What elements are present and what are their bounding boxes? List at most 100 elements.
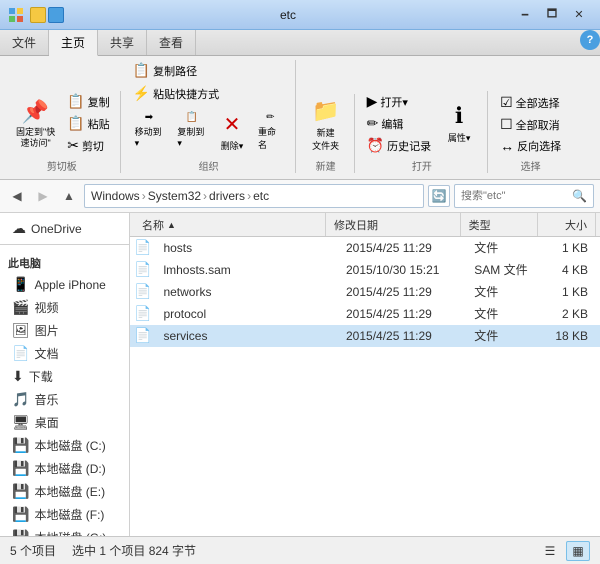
maximize-button[interactable]: 🗖 (539, 5, 565, 25)
file-date: 2015/10/30 15:21 (338, 263, 466, 277)
ribbon-group-select: ☑ 全部选择 ☐ 全部取消 ↔ 反向选择 选择 (490, 92, 571, 173)
table-row[interactable]: 📄 hosts 2015/4/25 11:29 文件 1 KB (130, 237, 600, 259)
table-row[interactable]: 📄 services 2015/4/25 11:29 文件 18 KB (130, 325, 600, 347)
path-etc[interactable]: etc (253, 189, 269, 203)
address-path[interactable]: Windows › System32 › drivers › etc (84, 184, 424, 208)
open-label: 打开 (363, 156, 481, 173)
documents-icon: 📄 (12, 345, 29, 362)
file-name: networks (155, 285, 338, 299)
tab-home[interactable]: 主页 (49, 30, 98, 56)
file-icon: 📄 (134, 283, 151, 300)
pasteshortcut-icon: ⚡ (133, 85, 150, 102)
music-icon: 🎵 (12, 391, 29, 408)
organize-buttons: 📋 复制路径 ⚡ 粘贴快捷方式 ➡ 移动到▾ 📋 复制到▾ (129, 60, 289, 156)
minimize-button[interactable]: 🗕 (512, 5, 538, 25)
path-drivers[interactable]: drivers (209, 189, 245, 203)
close-button[interactable]: ✕ (566, 5, 592, 25)
sidebar-item-videos[interactable]: 🎬 视频 (0, 296, 129, 319)
list-view-button[interactable]: ▦ (566, 541, 590, 561)
tab-share[interactable]: 共享 (98, 30, 147, 55)
path-system32[interactable]: System32 (148, 189, 201, 203)
sidebar-item-drive-f[interactable]: 💾 本地磁盘 (F:) (0, 503, 129, 526)
copyto-icon: 📋 (185, 112, 197, 123)
status-bar: 5 个项目 选中 1 个项目 824 字节 ☰ ▦ (0, 536, 600, 564)
sidebar-item-desktop[interactable]: 🖥 桌面 (0, 411, 129, 434)
file-icon: 📄 (134, 327, 151, 344)
sidebar-item-drive-d[interactable]: 💾 本地磁盘 (D:) (0, 457, 129, 480)
file-name: hosts (155, 241, 338, 255)
rename-button[interactable]: ✏ 重命名 (252, 108, 289, 156)
file-icon: 📄 (134, 239, 151, 256)
sidebar-item-iphone[interactable]: 📱 Apple iPhone (0, 273, 129, 296)
table-row[interactable]: 📄 protocol 2015/4/25 11:29 文件 2 KB (130, 303, 600, 325)
tab-file[interactable]: 文件 (0, 30, 49, 55)
move-to-button[interactable]: ➡ 移动到▾ (129, 108, 170, 156)
paste-shortcut-button[interactable]: ⚡ 粘贴快捷方式 (129, 83, 223, 104)
new-label: 新建 (304, 156, 348, 173)
address-bar: ◀ ▶ ▲ Windows › System32 › drivers › etc… (0, 180, 600, 213)
select-all-button[interactable]: ☑ 全部选择 (496, 92, 565, 113)
sidebar-item-drive-c[interactable]: 💾 本地磁盘 (C:) (0, 434, 129, 457)
col-header-date[interactable]: 修改日期 (326, 213, 461, 236)
paste-button[interactable]: 📋 粘贴 (63, 113, 113, 134)
file-date: 2015/4/25 11:29 (338, 285, 466, 299)
ribbon-content: 📌 固定到"快速访问" 📋 复制 📋 粘贴 ✂ 剪切 (0, 56, 600, 179)
sidebar-item-documents[interactable]: 📄 文档 (0, 342, 129, 365)
file-list: 📄 hosts 2015/4/25 11:29 文件 1 KB 📄 lmhost… (130, 237, 600, 536)
open-buttons: ▶ 打开▾ ✏ 编辑 ⏰ 历史记录 ℹ 属性▾ (363, 91, 481, 156)
edit-button[interactable]: ✏ 编辑 (363, 113, 435, 134)
help-button[interactable]: ? (580, 30, 600, 50)
organize-label: 组织 (129, 156, 289, 173)
back-button[interactable]: ◀ (6, 185, 28, 207)
file-type: 文件 (466, 239, 540, 256)
properties-button[interactable]: ℹ 属性▾ (437, 99, 481, 148)
item-count: 5 个项目 (10, 542, 56, 559)
cut-button[interactable]: ✂ 剪切 (63, 135, 113, 156)
file-size: 2 KB (540, 307, 596, 321)
path-windows[interactable]: Windows (91, 189, 140, 203)
sidebar-item-pictures[interactable]: 🖼 图片 (0, 319, 129, 342)
search-box[interactable]: 🔍 (454, 184, 594, 208)
copy-to-button[interactable]: 📋 复制到▾ (171, 108, 212, 156)
pin-to-quickaccess-button[interactable]: 📌 固定到"快速访问" (10, 95, 61, 153)
sidebar-divider-1 (0, 244, 129, 245)
details-view-button[interactable]: ☰ (538, 541, 562, 561)
deselect-all-button[interactable]: ☐ 全部取消 (496, 114, 565, 135)
file-date: 2015/4/25 11:29 (338, 307, 466, 321)
iphone-icon: 📱 (12, 276, 29, 293)
history-button[interactable]: ⏰ 历史记录 (363, 135, 435, 156)
table-row[interactable]: 📄 networks 2015/4/25 11:29 文件 1 KB (130, 281, 600, 303)
file-type: 文件 (466, 327, 540, 344)
up-button[interactable]: ▲ (58, 185, 80, 207)
sidebar-item-drive-e[interactable]: 💾 本地磁盘 (E:) (0, 480, 129, 503)
col-header-type[interactable]: 类型 (461, 213, 538, 236)
refresh-button[interactable]: 🔄 (428, 185, 450, 207)
clipboard-buttons: 📌 固定到"快速访问" 📋 复制 📋 粘贴 ✂ 剪切 (10, 91, 114, 156)
copy-icon: 📋 (67, 93, 84, 110)
ribbon-group-organize: 📋 复制路径 ⚡ 粘贴快捷方式 ➡ 移动到▾ 📋 复制到▾ (123, 60, 296, 173)
sidebar-item-onedrive[interactable]: ☁ OneDrive (0, 217, 129, 240)
delete-button[interactable]: ✕ 删除▾ (214, 108, 250, 156)
sidebar-item-downloads[interactable]: ⬇ 下载 (0, 365, 129, 388)
window-controls: 🗕 🗖 ✕ (512, 5, 592, 25)
copy-path-button[interactable]: 📋 复制路径 (129, 60, 201, 81)
copy-button[interactable]: 📋 复制 (63, 91, 113, 112)
clipboard-label: 剪切板 (10, 156, 114, 173)
col-header-name[interactable]: 名称 ▲ (134, 213, 326, 236)
title-icon-blue (48, 7, 64, 23)
tab-view[interactable]: 查看 (147, 30, 196, 55)
new-buttons: 📁 新建文件夹 (304, 94, 348, 156)
title-icon-yellow (30, 7, 46, 23)
invert-selection-button[interactable]: ↔ 反向选择 (496, 136, 565, 156)
open-button[interactable]: ▶ 打开▾ (363, 91, 435, 112)
ribbon-group-open: ▶ 打开▾ ✏ 编辑 ⏰ 历史记录 ℹ 属性▾ 打 (357, 91, 488, 173)
col-header-size[interactable]: 大小 (538, 213, 596, 236)
file-icon: 📄 (134, 261, 151, 278)
sidebar-item-music[interactable]: 🎵 音乐 (0, 388, 129, 411)
drive-f-icon: 💾 (12, 506, 29, 523)
sidebar-item-drive-g[interactable]: 💾 本地磁盘 (G:) (0, 526, 129, 536)
selectall-icon: ☑ (500, 94, 513, 111)
search-input[interactable] (461, 190, 572, 202)
new-folder-button[interactable]: 📁 新建文件夹 (304, 94, 348, 156)
table-row[interactable]: 📄 lmhosts.sam 2015/10/30 15:21 SAM 文件 4 … (130, 259, 600, 281)
